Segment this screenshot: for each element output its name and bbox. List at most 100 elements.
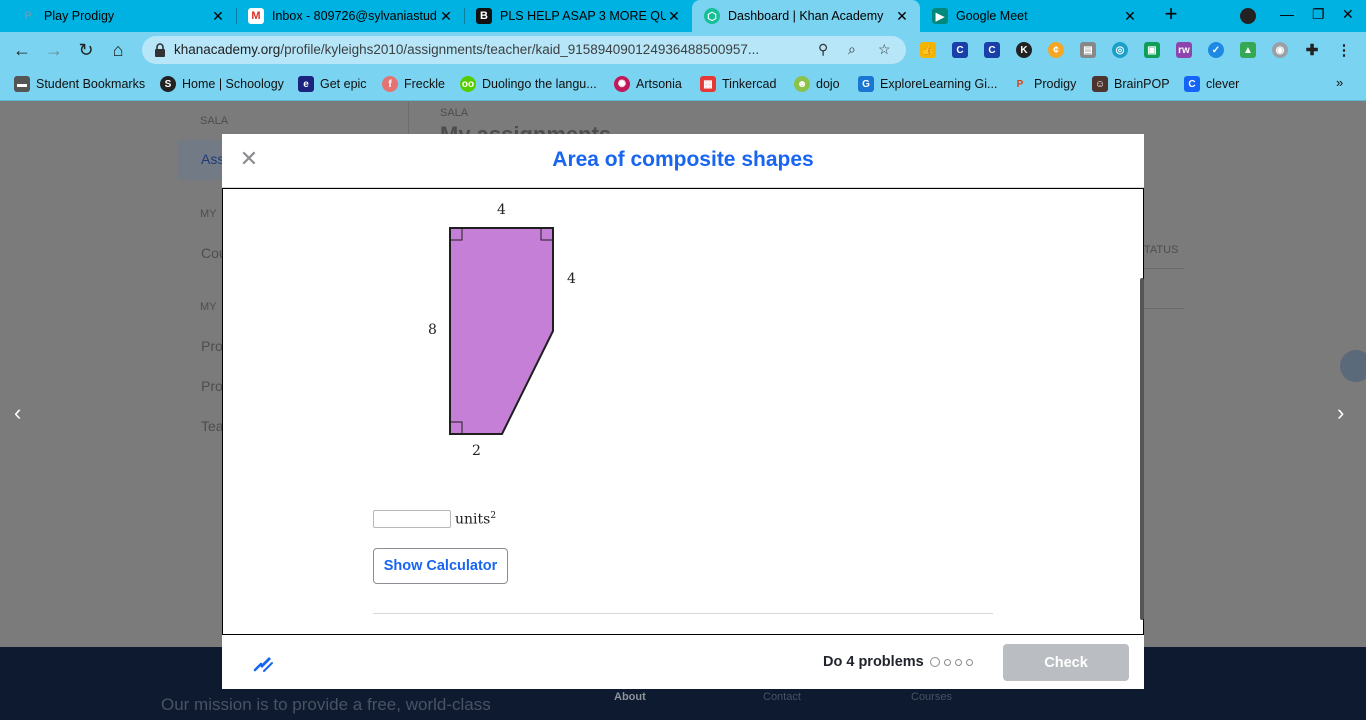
- extension-check-icon[interactable]: ✓: [1208, 42, 1224, 58]
- footer-contact[interactable]: Contact: [763, 691, 801, 703]
- exercise-body: [222, 188, 1144, 635]
- extension-owl-icon[interactable]: ◉: [1272, 42, 1288, 58]
- microphone-icon[interactable]: [1340, 350, 1366, 382]
- location-icon[interactable]: ⚲: [818, 41, 828, 58]
- sidebar-item-assignments[interactable]: Ass: [201, 151, 224, 167]
- extensions-puzzle-icon[interactable]: ✚: [1304, 42, 1320, 59]
- tab-inbox[interactable]: M Inbox - 809726@sylvaniastud... ✕: [236, 0, 464, 32]
- tab-title: Play Prodigy: [44, 9, 115, 23]
- bookmark-label: Artsonia: [636, 77, 682, 91]
- freckle-icon: f: [382, 76, 398, 92]
- show-calculator-button[interactable]: Show Calculator: [373, 548, 508, 584]
- extension-c2-icon[interactable]: C: [984, 42, 1000, 58]
- gmail-icon: M: [248, 8, 264, 24]
- bookmark-schoology[interactable]: S Home | Schoology: [160, 76, 284, 92]
- bookmark-duolingo[interactable]: oo Duolingo the langu...: [460, 76, 597, 92]
- bookmark-explorelearning[interactable]: G ExploreLearning Gi...: [858, 76, 997, 92]
- new-tab-icon[interactable]: +: [1160, 3, 1182, 26]
- bookmark-brainpop[interactable]: ☺ BrainPOP: [1092, 76, 1170, 92]
- bookmark-label: Student Bookmarks: [36, 77, 146, 91]
- tab-search-icon[interactable]: [1240, 8, 1256, 24]
- brainly-icon: B: [476, 8, 492, 24]
- scrollbar[interactable]: [1140, 278, 1144, 620]
- bookmark-label: Home | Schoology: [182, 77, 284, 91]
- browser-toolbar: ← → ↻ ⌂ khanacademy.org/profile/kyleighs…: [0, 32, 1366, 68]
- menu-kebab-icon[interactable]: ⋮: [1336, 42, 1352, 59]
- check-button[interactable]: Check: [1003, 644, 1129, 681]
- bookmark-freckle[interactable]: f Freckle: [382, 76, 445, 92]
- tab-khan-academy[interactable]: ⬡ Dashboard | Khan Academy ✕: [692, 0, 920, 32]
- bookmark-label: ExploreLearning Gi...: [880, 77, 998, 91]
- reload-icon[interactable]: ↻: [76, 40, 96, 60]
- problem-count-label: Do 4 problems: [823, 654, 924, 670]
- minimize-icon[interactable]: —: [1280, 6, 1294, 22]
- chevron-right-icon[interactable]: ›: [1337, 400, 1344, 426]
- folder-icon: ▬: [14, 76, 30, 92]
- bookmark-label: Freckle: [404, 77, 445, 91]
- more-bookmarks-icon[interactable]: »: [1336, 75, 1343, 90]
- extension-rw-icon[interactable]: rw: [1176, 42, 1192, 58]
- khan-academy-icon: ⬡: [704, 8, 720, 24]
- bookmarks-bar: ▬ Student Bookmarks S Home | Schoology e Ge…: [0, 68, 1366, 101]
- prodigy-icon: P: [24, 10, 32, 22]
- bookmark-student-bookmarks[interactable]: ▬ Student Bookmarks: [14, 76, 145, 92]
- duolingo-icon: oo: [460, 76, 476, 92]
- tinkercad-icon: ▦: [700, 76, 716, 92]
- bookmark-artsonia[interactable]: ✺ Artsonia: [614, 76, 682, 92]
- unit-exponent: 2: [490, 510, 497, 521]
- zoom-icon[interactable]: ⌕: [848, 41, 856, 58]
- close-tab-icon[interactable]: ✕: [438, 8, 454, 25]
- bookmark-prodigy[interactable]: P Prodigy: [1012, 76, 1077, 92]
- close-tab-icon[interactable]: ✕: [210, 8, 226, 25]
- sidebar-item-profile[interactable]: Pro: [201, 338, 223, 354]
- forward-icon[interactable]: →: [44, 40, 64, 60]
- chevron-left-icon[interactable]: ‹: [14, 400, 21, 426]
- google-classroom-icon[interactable]: ▣: [1144, 42, 1160, 58]
- progress-dot: [966, 659, 973, 666]
- bookmark-get-epic[interactable]: e Get epic: [298, 76, 367, 92]
- extension-k-icon[interactable]: K: [1016, 42, 1032, 58]
- footer-courses[interactable]: Courses: [911, 691, 952, 703]
- footer-about[interactable]: About: [614, 691, 646, 703]
- right-side-label: 4: [567, 271, 576, 287]
- bookmark-label: Duolingo the langu...: [482, 77, 597, 91]
- extension-icon[interactable]: 👍: [920, 42, 936, 58]
- tab-brainly[interactable]: B PLS HELP ASAP 3 MORE QUES ✕: [464, 0, 692, 32]
- scratchpad-icon[interactable]: [252, 651, 274, 673]
- close-tab-icon[interactable]: ✕: [894, 8, 910, 25]
- artsonia-icon: ✺: [614, 76, 630, 92]
- close-window-icon[interactable]: ✕: [1342, 6, 1354, 23]
- address-bar[interactable]: khanacademy.org/profile/kyleighs2010/ass…: [142, 36, 906, 64]
- url-path: /profile/kyleighs2010/assignments/teache…: [280, 42, 760, 57]
- tab-play-prodigy[interactable]: P Play Prodigy ✕: [0, 0, 236, 32]
- google-drive-icon[interactable]: ▲: [1240, 42, 1256, 58]
- close-tab-icon[interactable]: ✕: [1122, 8, 1138, 25]
- composite-shape: [449, 227, 554, 435]
- status-column-header: TATUS: [1144, 244, 1179, 256]
- sidebar-item-progress[interactable]: Pro: [201, 378, 223, 394]
- tab-title: Dashboard | Khan Academy: [728, 9, 884, 23]
- answer-input[interactable]: [373, 510, 451, 528]
- bookmark-dojo[interactable]: ☻ dojo: [794, 76, 840, 92]
- extension-coin-icon[interactable]: ¢: [1048, 42, 1064, 58]
- composite-shape-svg: [449, 227, 554, 435]
- bookmark-label: BrainPOP: [1114, 77, 1170, 91]
- bookmark-clever[interactable]: Cclever: [1184, 76, 1239, 92]
- restore-icon[interactable]: ❐: [1312, 6, 1325, 23]
- bookmark-star-icon[interactable]: ☆: [878, 41, 891, 58]
- extension-c-icon[interactable]: C: [952, 42, 968, 58]
- extension-globe-icon[interactable]: ◎: [1112, 42, 1128, 58]
- bottom-side-label: 2: [472, 443, 481, 459]
- epic-icon: e: [298, 76, 314, 92]
- prodigy-icon: P: [1016, 78, 1024, 90]
- divider: [1144, 308, 1184, 309]
- extension-copy-icon[interactable]: ▤: [1080, 42, 1096, 58]
- close-tab-icon[interactable]: ✕: [666, 8, 682, 25]
- units-label: units2: [455, 511, 496, 528]
- tab-google-meet[interactable]: ▶ Google Meet ✕: [920, 0, 1148, 32]
- bookmark-tinkercad[interactable]: ▦ Tinkercad: [700, 76, 776, 92]
- back-icon[interactable]: ←: [12, 40, 32, 60]
- home-icon[interactable]: ⌂: [108, 40, 128, 60]
- sidebar-item-teachers[interactable]: Tea: [201, 418, 224, 434]
- tab-title: Inbox - 809726@sylvaniastud...: [272, 9, 438, 23]
